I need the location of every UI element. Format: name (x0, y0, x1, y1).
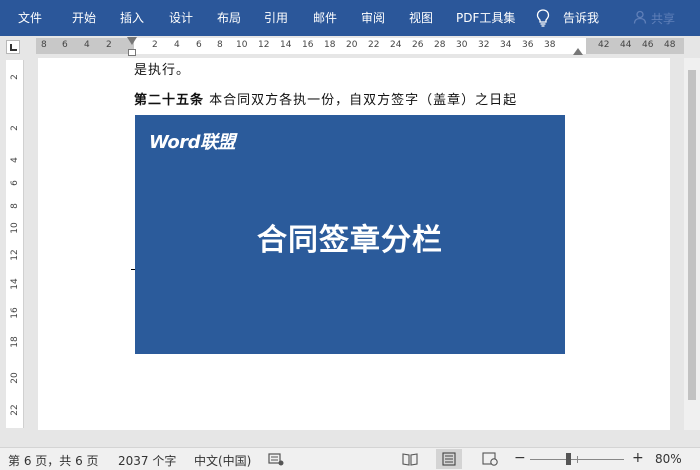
ruler-number: 2 (106, 40, 112, 50)
vruler-number: 12 (10, 249, 20, 261)
ruler-number: 16 (302, 40, 314, 50)
tab-design[interactable]: 设计 (169, 10, 193, 26)
macro-record-icon[interactable] (268, 452, 284, 466)
scrollbar-thumb[interactable] (688, 70, 696, 400)
ruler-number: 34 (500, 40, 512, 50)
vruler-number: 10 (10, 222, 20, 234)
ruler-number: 44 (620, 40, 632, 50)
paragraph-article-25[interactable]: 第二十五条 本合同双方各执一份，自双方签字（盖章）之日起 (134, 89, 517, 108)
ruler-number: 32 (478, 40, 490, 50)
status-bar: 第 6 页，共 6 页 2037 个字 中文(中国) − + 80% (0, 447, 700, 470)
zoom-in-button[interactable]: + (632, 450, 644, 466)
first-line-indent-marker[interactable] (127, 37, 137, 45)
article-heading: 第二十五条 (134, 93, 205, 108)
ruler-number: 10 (236, 40, 248, 50)
ruler-number: 2 (152, 40, 158, 50)
vruler-number: 22 (10, 404, 20, 416)
tab-insert[interactable]: 插入 (120, 10, 144, 26)
tab-stop-selector[interactable] (6, 40, 20, 54)
vertical-ruler[interactable]: 2 2 4 6 8 10 12 14 16 18 20 22 (6, 60, 24, 428)
zoom-slider-thumb[interactable] (566, 453, 571, 465)
banner-title: 合同签章分栏 (257, 223, 443, 258)
document-page[interactable]: 是执行。 第二十五条 本合同双方各执一份，自双方签字（盖章）之日起 Word联盟… (38, 58, 670, 430)
title-banner-image[interactable]: Word联盟 合同签章分栏 (135, 115, 565, 354)
tab-pdf-tools[interactable]: PDF工具集 (456, 10, 515, 26)
web-layout-icon[interactable] (482, 452, 498, 466)
print-layout-icon[interactable] (441, 452, 457, 466)
vruler-number: 2 (10, 125, 20, 131)
read-mode-icon[interactable] (402, 452, 418, 466)
tab-references[interactable]: 引用 (264, 10, 288, 26)
ruler-number: 14 (280, 40, 292, 50)
ruler-number: 20 (346, 40, 358, 50)
tell-me-search[interactable]: 告诉我 (563, 10, 599, 26)
ruler-number: 4 (84, 40, 90, 50)
zoom-level[interactable]: 80% (655, 452, 682, 466)
ruler-number: 8 (217, 40, 223, 50)
zoom-slider-center-mark (577, 456, 578, 463)
zoom-out-button[interactable]: − (514, 450, 526, 466)
tab-layout[interactable]: 布局 (217, 10, 241, 26)
ruler-number: 30 (456, 40, 468, 50)
word-count[interactable]: 2037 个字 (118, 452, 176, 469)
vruler-number: 18 (10, 336, 20, 348)
tab-review[interactable]: 审阅 (361, 10, 385, 26)
word-window: 文件 开始 插入 设计 布局 引用 邮件 审阅 视图 PDF工具集 告诉我 共享… (0, 0, 700, 470)
vruler-number: 8 (10, 203, 20, 209)
ruler-number: 18 (324, 40, 336, 50)
paragraph-text[interactable]: 是执行。 (134, 59, 190, 78)
horizontal-ruler-bar: 8 6 4 2 2 4 6 8 10 12 14 16 18 20 22 24 … (0, 36, 700, 58)
horizontal-ruler[interactable]: 8 6 4 2 2 4 6 8 10 12 14 16 18 20 22 24 … (36, 37, 684, 56)
user-icon[interactable] (633, 10, 647, 24)
ruler-number: 38 (544, 40, 556, 50)
vruler-number: 16 (10, 307, 20, 319)
ruler-number: 6 (196, 40, 202, 50)
ruler-number: 42 (598, 40, 610, 50)
vruler-number: 6 (10, 180, 20, 186)
left-indent-marker[interactable] (128, 49, 136, 56)
language-indicator[interactable]: 中文(中国) (194, 452, 251, 469)
ruler-number: 36 (522, 40, 534, 50)
ruler-number: 8 (41, 40, 47, 50)
vruler-number: 2 (10, 74, 20, 80)
tab-view[interactable]: 视图 (409, 10, 433, 26)
ruler-number: 26 (412, 40, 424, 50)
ribbon-tab-bar: 文件 开始 插入 设计 布局 引用 邮件 审阅 视图 PDF工具集 告诉我 共享 (0, 0, 700, 36)
word-union-logo: Word联盟 (149, 132, 236, 153)
page-count[interactable]: 第 6 页，共 6 页 (8, 452, 99, 469)
ruler-number: 4 (174, 40, 180, 50)
vruler-number: 20 (10, 372, 20, 384)
tab-file[interactable]: 文件 (18, 10, 42, 26)
ruler-number: 48 (664, 40, 676, 50)
lightbulb-icon[interactable] (536, 9, 550, 27)
right-indent-marker[interactable] (573, 48, 583, 55)
vruler-number: 14 (10, 278, 20, 290)
share-button[interactable]: 共享 (651, 10, 675, 27)
document-canvas[interactable]: 是执行。 第二十五条 本合同双方各执一份，自双方签字（盖章）之日起 Word联盟… (26, 58, 700, 430)
tab-mailings[interactable]: 邮件 (313, 10, 337, 26)
ruler-number: 6 (62, 40, 68, 50)
vruler-number: 4 (10, 157, 20, 163)
ruler-number: 24 (390, 40, 402, 50)
article-body: 本合同双方各执一份，自双方签字（盖章）之日起 (209, 93, 518, 108)
ruler-number: 12 (258, 40, 270, 50)
vertical-scrollbar[interactable] (684, 58, 700, 430)
ruler-number: 22 (368, 40, 380, 50)
tab-home[interactable]: 开始 (72, 10, 96, 26)
ruler-number: 28 (434, 40, 446, 50)
ruler-number: 46 (642, 40, 654, 50)
